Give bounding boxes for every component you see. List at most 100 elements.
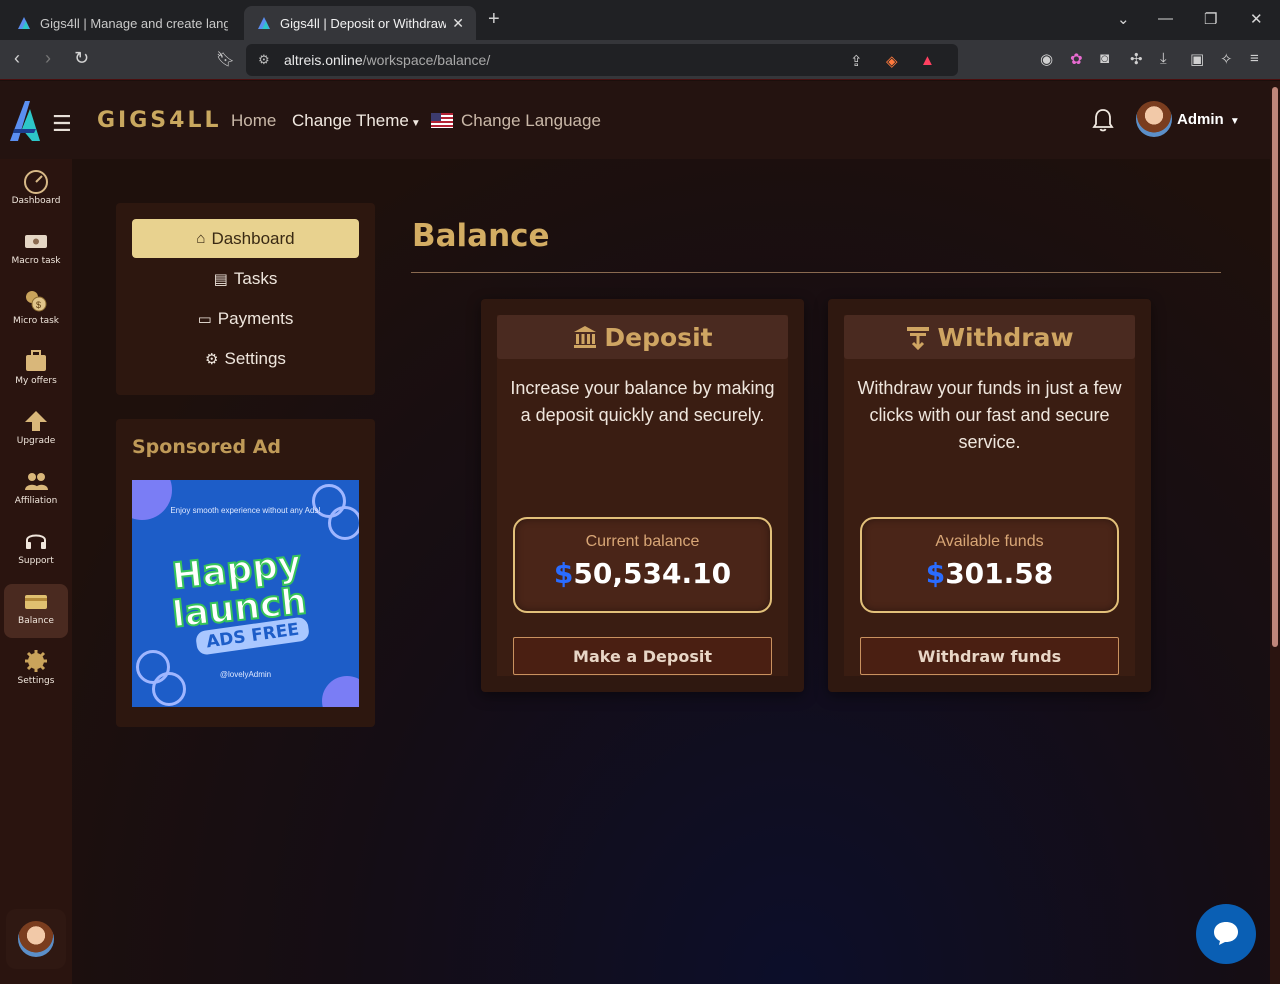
make-deposit-button[interactable]: Make a Deposit [513, 637, 772, 675]
sidebar-item-label: Support [18, 556, 54, 566]
reload-icon[interactable]: ↻ [74, 48, 89, 69]
user-avatar[interactable] [1136, 101, 1172, 137]
close-window-icon[interactable]: ✕ [1250, 10, 1263, 28]
wallet-icon: ▭ [197, 310, 212, 328]
avatar[interactable] [18, 921, 54, 957]
sidebar-item-label: Macro task [11, 256, 61, 266]
notification-bell-icon[interactable] [1091, 107, 1115, 133]
tab-title: Gigs4ll | Deposit or Withdraw fr [280, 15, 447, 31]
nav-change-theme-dropdown[interactable]: Change Theme ▼ [292, 111, 421, 131]
nav-home-link[interactable]: Home [231, 111, 276, 131]
withdraw-funds-button[interactable]: Withdraw funds [860, 637, 1119, 675]
sidebar-item-upgrade[interactable]: Upgrade [4, 404, 68, 458]
document-icon: ▤ [213, 270, 228, 288]
sidebar-item-dashboard[interactable]: Dashboard [4, 164, 68, 218]
deposit-card-body: Deposit Increase your balance by making … [497, 315, 788, 676]
sidebar-item-balance[interactable]: Balance [4, 584, 68, 638]
title-divider [411, 272, 1221, 273]
sidebar-item-support[interactable]: Support [4, 524, 68, 578]
ad-banner-image[interactable]: Enjoy smooth experience without any Ads!… [132, 480, 359, 707]
brand-name[interactable]: GIGS4LL [97, 108, 222, 133]
close-tab-icon[interactable]: ✕ [452, 15, 464, 32]
menu-item-tasks[interactable]: ▤ Tasks [132, 259, 359, 298]
sidebar-item-label: Affiliation [14, 496, 58, 506]
nav-change-language-link[interactable]: Change Language [461, 111, 601, 131]
briefcase-icon [26, 350, 46, 371]
wallet-icon [25, 595, 47, 609]
deposit-description: Increase your balance by making a deposi… [510, 378, 775, 425]
leo-ai-icon[interactable]: ✧ [1220, 50, 1233, 68]
upgrade-arrow-icon [25, 411, 47, 431]
current-balance-box: Current balance $50,534.10 [513, 517, 772, 613]
balance-amount: $50,534.10 [553, 557, 732, 590]
url-text[interactable]: altreis.online/workspace/balance/ [284, 52, 490, 68]
extension-icon[interactable]: ◉ [1040, 50, 1053, 68]
browser-tab[interactable]: Gigs4ll | Manage and create languag [4, 6, 240, 40]
color-picker-extension-icon[interactable]: ✿ [1070, 50, 1083, 68]
browser-tab-active[interactable]: Gigs4ll | Deposit or Withdraw fr ✕ [244, 6, 476, 40]
chat-bubble-icon [1214, 922, 1238, 945]
sidebar-item-label: Micro task [12, 316, 60, 326]
restore-icon[interactable]: ❐ [1204, 10, 1217, 28]
balance-label: Current balance [585, 533, 700, 550]
minimize-icon[interactable]: — [1158, 10, 1173, 27]
speedometer-icon [24, 170, 48, 194]
live-chat-button[interactable] [1196, 904, 1256, 964]
puzzle-extensions-icon[interactable]: ✣ [1130, 50, 1143, 68]
sidebar-profile[interactable] [6, 909, 66, 969]
download-icon[interactable]: ⤓ [1160, 50, 1167, 67]
hamburger-menu-icon[interactable]: ☰ [52, 111, 72, 137]
sidebar-item-label: Upgrade [16, 436, 56, 446]
gigs4ll-favicon-icon [18, 17, 30, 29]
brave-shield-icon[interactable]: ◈ [886, 52, 898, 70]
tab-search-chevron-icon[interactable]: ⌄ [1117, 10, 1130, 28]
balance-label: Available funds [935, 533, 1044, 550]
share-icon[interactable]: ⇪ [850, 52, 863, 70]
app-header: ☰ GIGS4LL Home Change Theme ▼ Change Lang… [0, 81, 1270, 159]
page-scrollbar[interactable] [1270, 81, 1280, 984]
decorative-blob [322, 676, 359, 707]
bookmark-icon[interactable]: 🔖︎ [216, 50, 235, 68]
sidebar-item-my-offers[interactable]: My offers [4, 344, 68, 398]
chevron-down-icon: ▼ [410, 118, 421, 129]
available-funds-box: Available funds $301.58 [860, 517, 1119, 613]
site-info-icon[interactable]: ⚙ [258, 52, 270, 68]
gigs4ll-logo-icon[interactable] [8, 99, 42, 143]
new-tab-button[interactable]: + [488, 8, 500, 31]
brave-rewards-icon[interactable]: ▲ [920, 52, 935, 69]
scrollbar-thumb[interactable] [1272, 87, 1278, 647]
svg-text:$: $ [36, 300, 41, 310]
sidebar-item-settings[interactable]: Settings [4, 644, 68, 698]
sidebar-toggle-icon[interactable]: ▣ [1190, 50, 1204, 68]
sidebar-item-affiliation[interactable]: Affiliation [4, 464, 68, 518]
menu-item-dashboard[interactable]: ⌂ Dashboard [132, 219, 359, 258]
gear-icon: ⚙ [205, 350, 219, 368]
address-bar[interactable]: ⚙ altreis.online/workspace/balance/ ⇪ ◈ … [246, 44, 958, 76]
deposit-heading: Deposit [497, 315, 788, 359]
menu-item-settings[interactable]: ⚙ Settings [132, 339, 359, 378]
headset-icon [26, 534, 46, 549]
tab-title: Gigs4ll | Manage and create languag [40, 15, 228, 31]
sidebar-item-macro-task[interactable]: Macro task [4, 224, 68, 278]
ad-title: Sponsored Ad [132, 436, 282, 458]
withdraw-heading: Withdraw [844, 315, 1135, 359]
withdraw-money-icon [907, 327, 930, 350]
user-menu-dropdown[interactable]: Admin ▼ [1177, 111, 1240, 128]
menu-item-payments[interactable]: ▭ Payments [132, 299, 359, 338]
screenshot-extension-icon[interactable]: ◙ [1100, 50, 1109, 67]
back-icon[interactable]: ‹ [14, 48, 20, 69]
quick-menu-card: ⌂ Dashboard ▤ Tasks ▭ Payments ⚙ Settings [116, 203, 375, 395]
ad-tagline: Enjoy smooth experience without any Ads! [170, 506, 321, 515]
menu-icon[interactable]: ≡ [1250, 50, 1259, 67]
withdraw-card: Withdraw Withdraw your funds in just a f… [828, 299, 1151, 692]
sidebar-item-micro-task[interactable]: $ Micro task [4, 284, 68, 338]
withdraw-card-body: Withdraw Withdraw your funds in just a f… [844, 315, 1135, 676]
balance-amount: $301.58 [925, 557, 1054, 590]
deposit-card: Deposit Increase your balance by making … [481, 299, 804, 692]
sidebar-item-label: Settings [17, 676, 55, 686]
sidebar-item-label: Dashboard [11, 196, 61, 206]
sidebar-item-label: My offers [15, 376, 57, 386]
forward-icon[interactable]: › [45, 48, 51, 69]
page-title: Balance [412, 218, 550, 254]
sponsored-ad-card: Sponsored Ad Enjoy smooth experience wit… [116, 419, 375, 727]
